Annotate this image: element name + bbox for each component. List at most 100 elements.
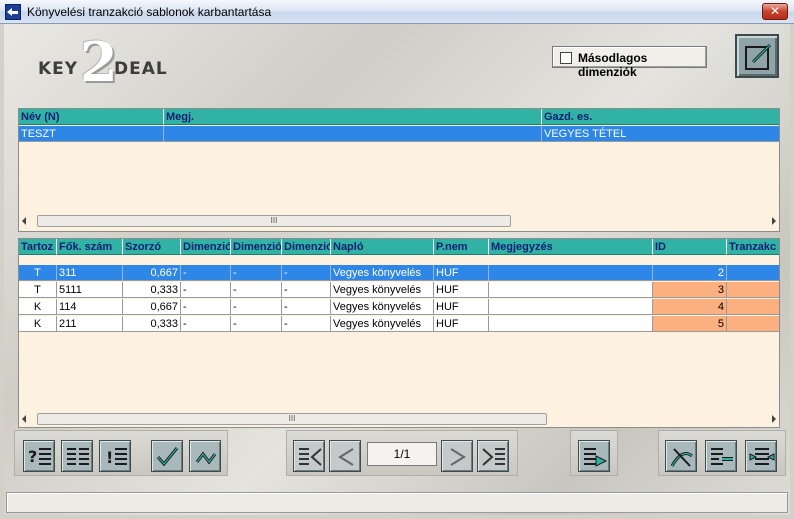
- col-header-nev[interactable]: Név (N): [19, 109, 164, 125]
- grid1-horizontal-scrollbar[interactable]: III: [19, 214, 779, 228]
- export-button[interactable]: [578, 440, 610, 472]
- cell-naplo: Vegyes könyvelés: [331, 299, 434, 315]
- key2deal-logo: KEY 2 DEAL: [34, 30, 174, 94]
- scroll-thumb[interactable]: III: [37, 215, 511, 227]
- insert-line-icon: [749, 448, 775, 465]
- query-button[interactable]: ?: [23, 440, 55, 472]
- delete-line-button[interactable]: [705, 440, 737, 472]
- undo-arrow-icon: [195, 451, 217, 465]
- cell-dimenzio-3: -: [282, 299, 331, 315]
- secondary-dimensions-checkbox[interactable]: [560, 52, 572, 64]
- check-pen-icon: [156, 447, 179, 467]
- table-row[interactable]: T 311 0,667 - - - Vegyes könyvelés HUF 2: [19, 265, 779, 281]
- cell-tranzakcio: [727, 265, 779, 281]
- cross-arrows-icon: [670, 448, 693, 467]
- cell-szorzo: 0,667: [123, 265, 181, 281]
- detail-view-button[interactable]: !: [99, 440, 131, 472]
- col-header-id[interactable]: ID: [653, 239, 727, 255]
- grid2-horizontal-scrollbar[interactable]: III: [19, 412, 779, 426]
- secondary-dimensions-label: Másodlagos dimenziók: [578, 51, 648, 79]
- col-header-megj[interactable]: Megj.: [164, 109, 542, 125]
- chevron-left-icon: [338, 448, 354, 466]
- col-header-naplo[interactable]: Napló: [331, 239, 434, 255]
- cell-dimenzio-3: -: [282, 282, 331, 298]
- status-bar: [6, 492, 788, 513]
- logo-deal: DEAL: [114, 59, 168, 79]
- svg-text:!: !: [106, 448, 113, 467]
- col-header-gazd[interactable]: Gazd. es.: [542, 109, 779, 125]
- cell-dimenzio-2: -: [231, 265, 282, 281]
- scroll-thumb[interactable]: III: [37, 413, 547, 425]
- table-row[interactable]: TESZT VEGYES TÉTEL: [19, 126, 779, 142]
- cell-megjegyzes: [489, 282, 653, 298]
- cell-gazd: VEGYES TÉTEL: [542, 126, 779, 142]
- col-header-tartoz[interactable]: Tartoz: [19, 239, 57, 255]
- window-title: Könyvelési tranzakció sablonok karbantar…: [27, 5, 272, 19]
- scroll-left-icon[interactable]: [22, 415, 26, 423]
- main-panel: KEY 2 DEAL Másodlagos dimenziók Név (N) …: [4, 24, 790, 515]
- cell-tartoz: T: [19, 265, 57, 281]
- scroll-right-icon[interactable]: [772, 217, 776, 225]
- table-row[interactable]: K 211 0,333 - - - Vegyes könyvelés HUF 5: [19, 316, 779, 332]
- cell-naplo: Vegyes könyvelés: [331, 316, 434, 332]
- cell-pnem: HUF: [434, 299, 489, 315]
- previous-record-button[interactable]: [329, 440, 361, 472]
- svg-text:?: ?: [28, 447, 37, 466]
- insert-line-button[interactable]: [745, 440, 777, 472]
- cell-dimenzio-1: -: [181, 316, 231, 332]
- secondary-dimensions-toggle[interactable]: Másodlagos dimenziók: [552, 46, 707, 79]
- cell-dimenzio-1: -: [181, 299, 231, 315]
- transaction-line-grid: Tartoz Fők. szám Szorzó Dimenzió Dimenzi…: [18, 238, 780, 428]
- back-arrow-icon[interactable]: [5, 4, 21, 20]
- col-header-szorzo[interactable]: Szorzó: [123, 239, 181, 255]
- col-header-dimenzio-2[interactable]: Dimenzió: [231, 239, 282, 255]
- cell-naplo: Vegyes könyvelés: [331, 265, 434, 281]
- cell-dimenzio-3: -: [282, 316, 331, 332]
- cell-dimenzio-2: -: [231, 299, 282, 315]
- col-header-fok-szam[interactable]: Fők. szám: [57, 239, 123, 255]
- first-record-button[interactable]: [293, 440, 325, 472]
- edit-button[interactable]: [735, 34, 779, 78]
- list-view-button[interactable]: [61, 440, 93, 472]
- cell-id: 5: [653, 316, 727, 332]
- navigation-toolbar: 1/1: [286, 430, 518, 476]
- scroll-left-icon[interactable]: [22, 217, 26, 225]
- table-row[interactable]: K 114 0,667 - - - Vegyes könyvelés HUF 4: [19, 299, 779, 315]
- undo-button[interactable]: [189, 440, 221, 472]
- cell-dimenzio-2: -: [231, 282, 282, 298]
- confirm-button[interactable]: [151, 440, 183, 472]
- cell-szorzo: 0,333: [123, 282, 181, 298]
- cell-pnem: HUF: [434, 316, 489, 332]
- cell-tartoz: K: [19, 299, 57, 315]
- cell-dimenzio-1: -: [181, 265, 231, 281]
- col-header-dimenzio-1[interactable]: Dimenzió: [181, 239, 231, 255]
- scroll-right-icon[interactable]: [772, 415, 776, 423]
- export-list-icon: [584, 448, 608, 467]
- col-header-pnem[interactable]: P.nem: [434, 239, 489, 255]
- col-header-dimenzio-3[interactable]: Dimenzió: [282, 239, 331, 255]
- close-button[interactable]: ✕: [762, 3, 788, 20]
- table-row[interactable]: T 5111 0,333 - - - Vegyes könyvelés HUF …: [19, 282, 779, 298]
- next-record-button[interactable]: [441, 440, 473, 472]
- cell-szorzo: 0,333: [123, 316, 181, 332]
- title-bar: Könyvelési tranzakció sablonok karbantar…: [0, 0, 794, 24]
- col-header-tranzakcio[interactable]: Tranzakc: [727, 239, 779, 255]
- cell-tartoz: T: [19, 282, 57, 298]
- detail-list-icon: !: [106, 448, 127, 467]
- cell-id: 4: [653, 299, 727, 315]
- toggle-line-button[interactable]: [665, 440, 697, 472]
- cell-szorzo: 0,667: [123, 299, 181, 315]
- export-toolbar: [570, 430, 618, 476]
- cell-dimenzio-2: -: [231, 316, 282, 332]
- record-toolbar: ? !: [14, 430, 228, 476]
- remove-line-icon: [711, 448, 733, 465]
- cell-tranzakcio: [727, 316, 779, 332]
- page-indicator: 1/1: [367, 442, 437, 466]
- cell-nev: TESZT: [19, 126, 164, 142]
- last-record-button[interactable]: [477, 440, 509, 472]
- cell-tranzakcio: [727, 299, 779, 315]
- line-edit-toolbar: [658, 430, 786, 476]
- list-view-icon: [67, 448, 89, 465]
- col-header-megjegyzes[interactable]: Megjegyzés: [489, 239, 653, 255]
- query-list-icon: ?: [28, 447, 51, 466]
